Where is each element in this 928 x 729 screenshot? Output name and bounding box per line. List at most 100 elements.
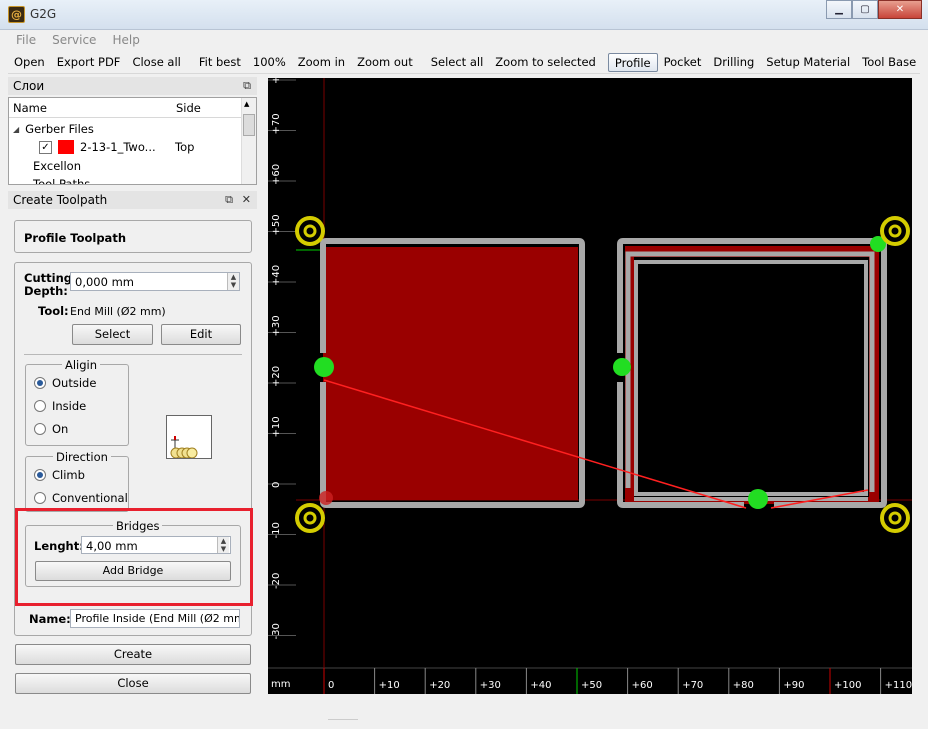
y-tick-label: +70 — [271, 113, 282, 134]
climb-label[interactable]: Climb — [52, 468, 85, 482]
bridge-marker-bottom[interactable] — [748, 489, 768, 509]
export-pdf-button[interactable]: Export PDF — [51, 53, 127, 72]
y-tick-label: +50 — [271, 214, 282, 235]
float-dock-icon[interactable]: ⧉ — [225, 193, 233, 207]
board-cutout — [634, 257, 869, 497]
pocket-button[interactable]: Pocket — [658, 53, 708, 72]
alignment-target-icon[interactable] — [295, 216, 325, 246]
zoom-in-button[interactable]: Zoom in — [292, 53, 351, 72]
alignment-target-icon[interactable] — [295, 503, 325, 533]
pcb-view[interactable]: +80+70+60+50+40+30+20+100-10-20-30 0+10+… — [268, 63, 912, 694]
column-side[interactable]: Side — [176, 101, 201, 115]
y-tick-label: +60 — [271, 164, 282, 185]
x-tick-label: +110 — [885, 680, 912, 691]
minimize-button[interactable]: ▁ — [826, 0, 852, 19]
scroll-thumb[interactable] — [243, 114, 255, 136]
close-button[interactable]: Close — [15, 673, 251, 694]
bridge-marker-left[interactable] — [314, 357, 334, 377]
pcb-canvas[interactable]: +80+70+60+50+40+30+20+100-10-20-30 0+10+… — [268, 63, 912, 694]
select-all-button[interactable]: Select all — [425, 53, 490, 72]
title-bar: @ G2G ▁ ▢ ✕ — [0, 0, 928, 30]
highlight-annotation-box — [15, 508, 253, 606]
open-button[interactable]: Open — [8, 53, 51, 72]
origin-marker — [319, 491, 333, 505]
alignment-target-icon[interactable] — [880, 216, 910, 246]
align-inside-radio[interactable] — [34, 400, 46, 412]
profile-heading-box: Profile Toolpath — [14, 220, 252, 253]
layers-dock-header: Слои ⧉ — [8, 77, 257, 95]
zoom-to-selected-button[interactable]: Zoom to selected — [489, 53, 602, 72]
create-button[interactable]: Create — [15, 644, 251, 665]
divider — [24, 354, 242, 355]
close-window-button[interactable]: ✕ — [878, 0, 922, 19]
unit-label: mm — [271, 679, 290, 690]
scroll-grip — [328, 719, 358, 720]
toolpath-name-input[interactable]: Profile Inside (End Mill (Ø2 mm)) — [70, 609, 240, 628]
x-tick-label: 0 — [328, 680, 334, 691]
y-tick-label: -10 — [271, 522, 282, 538]
align-title: Aligin — [62, 358, 101, 372]
direction-title: Direction — [53, 450, 111, 464]
conventional-label[interactable]: Conventional — [52, 491, 128, 505]
cutter-offset-icon — [170, 436, 198, 459]
x-tick-label: +100 — [834, 680, 861, 691]
tree-item-gerber-file[interactable]: ✓ 2-13-1_Two... Top — [39, 138, 239, 156]
app-icon: @ — [8, 6, 25, 23]
layers-scrollbar[interactable]: ▲ — [241, 98, 256, 184]
conventional-radio[interactable] — [34, 492, 46, 504]
y-tick-label: +80 — [271, 78, 282, 84]
y-tick-label: 0 — [271, 482, 282, 488]
x-tick-label: +20 — [429, 680, 450, 691]
align-on-label[interactable]: On — [52, 422, 68, 436]
select-tool-button[interactable]: Select — [72, 324, 153, 345]
x-tick-label: +10 — [379, 680, 400, 691]
scroll-up-icon[interactable]: ▲ — [244, 100, 249, 108]
x-tick-label: +90 — [783, 680, 804, 691]
toolpath-name-label: Name: — [29, 612, 71, 626]
menu-file[interactable]: File — [8, 31, 44, 51]
menu-service[interactable]: Service — [44, 31, 104, 51]
depth-spinner[interactable]: ▲ ▼ — [227, 273, 239, 290]
edit-tool-button[interactable]: Edit — [161, 324, 241, 345]
align-inside-label[interactable]: Inside — [52, 399, 86, 413]
layers-tree[interactable]: Name Side ◢ Gerber Files ✓ 2-13-1_Two...… — [8, 97, 257, 185]
canvas-scrollbar[interactable] — [268, 712, 912, 727]
column-name[interactable]: Name — [13, 101, 47, 115]
zoom-100-button[interactable]: 100% — [247, 53, 292, 72]
setup-material-button[interactable]: Setup Material — [760, 53, 856, 72]
tree-item-gerber[interactable]: ◢ Gerber Files — [13, 120, 94, 138]
y-tick-label: +40 — [271, 265, 282, 286]
maximize-button[interactable]: ▢ — [852, 0, 878, 19]
cutting-depth-input[interactable]: 0,000 mm — [70, 272, 240, 291]
y-tick-label: -30 — [271, 623, 282, 639]
tree-item-excellon[interactable]: Excellon — [33, 157, 81, 175]
float-dock-icon[interactable]: ⧉ — [243, 79, 251, 93]
x-tick-label: +50 — [581, 680, 602, 691]
tree-item-toolpaths[interactable]: Tool Paths — [33, 175, 90, 184]
tool-base-button[interactable]: Tool Base — [856, 53, 922, 72]
zoom-out-button[interactable]: Zoom out — [351, 53, 419, 72]
fit-best-button[interactable]: Fit best — [193, 53, 247, 72]
menu-help[interactable]: Help — [104, 31, 147, 51]
climb-radio[interactable] — [34, 469, 46, 481]
y-tick-label: +30 — [271, 315, 282, 336]
align-outside-label[interactable]: Outside — [52, 376, 96, 390]
alignment-target-icon[interactable] — [880, 503, 910, 533]
layer-visibility-checkbox[interactable]: ✓ — [39, 140, 52, 154]
x-tick-label: +70 — [682, 680, 703, 691]
layer-color-swatch[interactable] — [58, 140, 74, 154]
align-outside-radio[interactable] — [34, 377, 46, 389]
drilling-button[interactable]: Drilling — [707, 53, 760, 72]
x-tick-label: +30 — [480, 680, 501, 691]
close-all-button[interactable]: Close all — [126, 53, 186, 72]
x-tick-label: +40 — [530, 680, 551, 691]
cutting-depth-label: Cutting Depth: — [24, 271, 72, 298]
profile-button[interactable]: Profile — [607, 53, 658, 72]
copper-pour-left[interactable] — [323, 247, 578, 500]
expand-icon[interactable]: ◢ — [13, 125, 19, 134]
menu-bar: File Service Help — [8, 31, 920, 51]
bridge-marker-right[interactable] — [613, 358, 631, 376]
create-toolpath-header: Create Toolpath ⧉ ✕ — [8, 191, 257, 209]
align-on-radio[interactable] — [34, 423, 46, 435]
close-dock-icon[interactable]: ✕ — [242, 193, 251, 206]
